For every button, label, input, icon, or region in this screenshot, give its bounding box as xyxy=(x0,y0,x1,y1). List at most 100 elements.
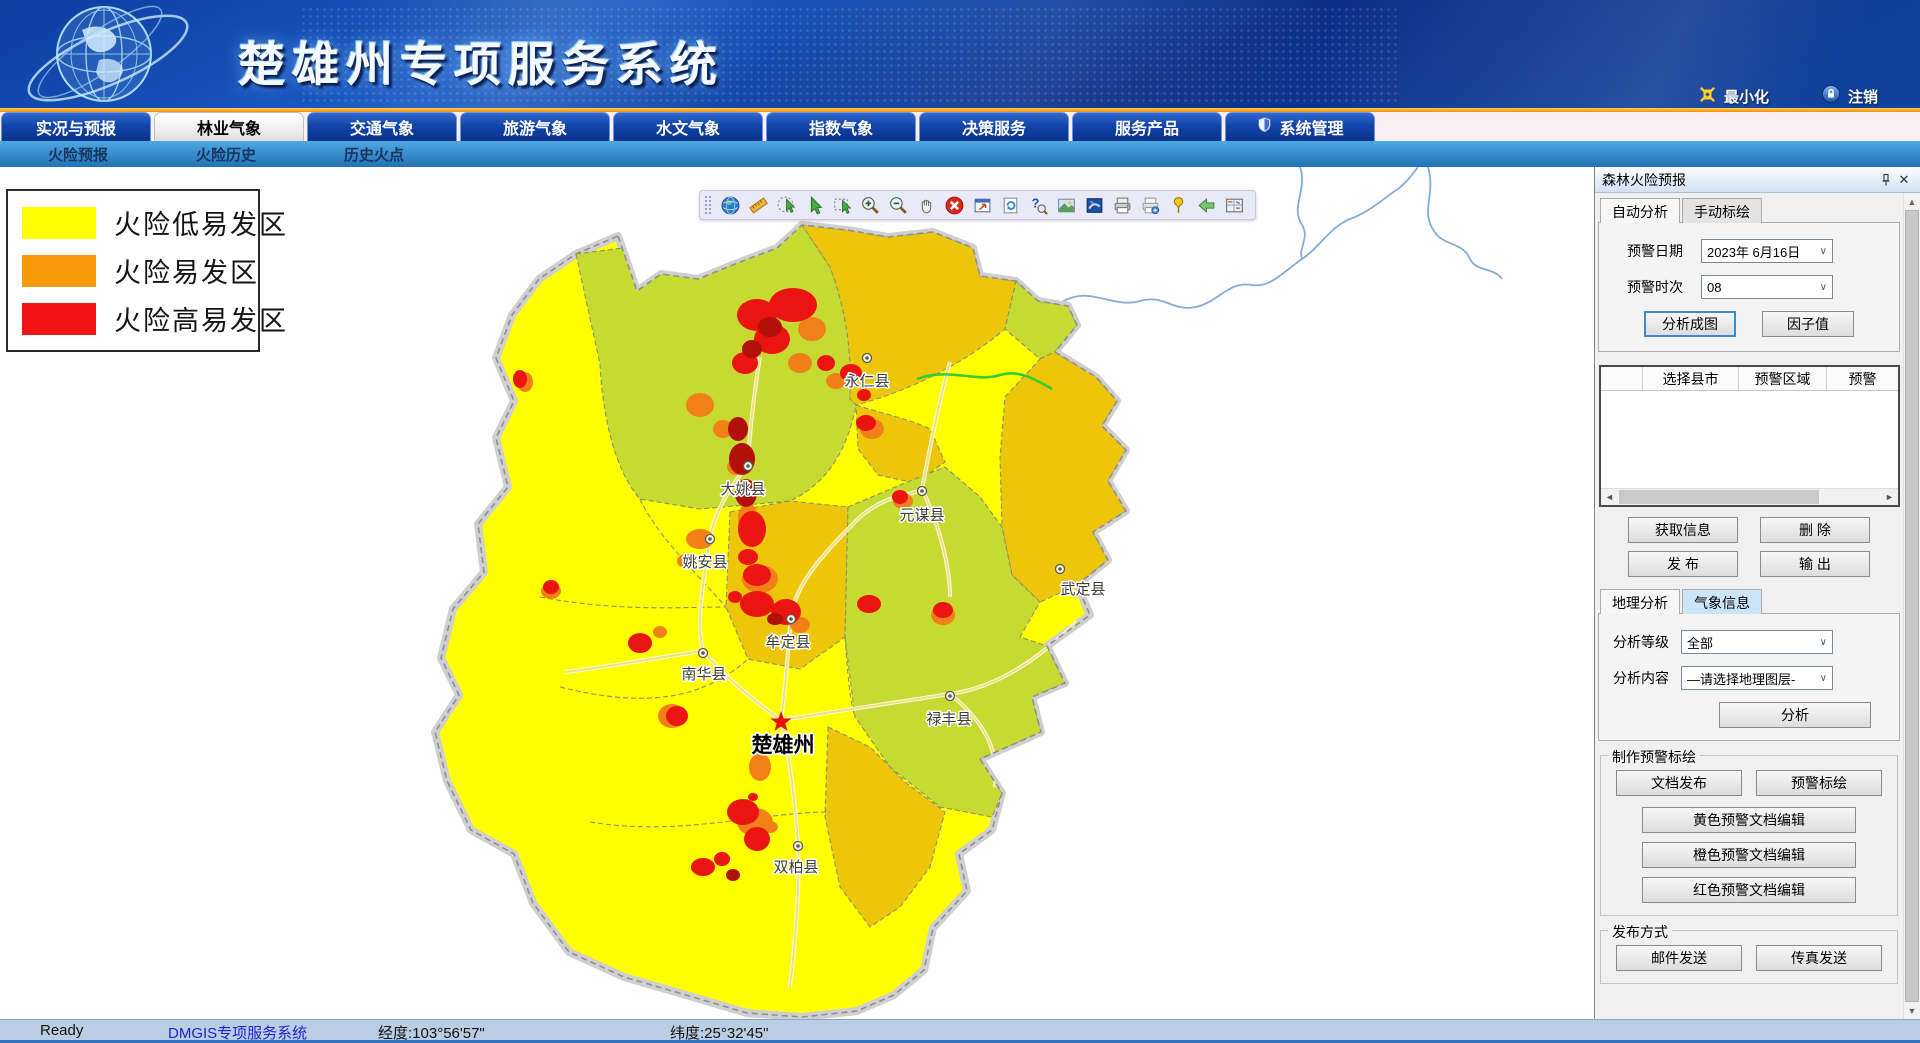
back-icon[interactable] xyxy=(1195,194,1217,216)
tab-geo-analysis[interactable]: 地理分析 xyxy=(1600,589,1680,614)
red-warning-doc-button[interactable]: 红色预警文档编辑 xyxy=(1642,877,1856,903)
legend-item-medium: 火险易发区 xyxy=(22,251,258,290)
select-circle-icon[interactable] xyxy=(775,194,797,216)
identify-icon[interactable]: ? xyxy=(1027,194,1049,216)
tab-realtime-forecast[interactable]: 实况与预报 xyxy=(1,112,151,141)
warn-date-select[interactable]: 2023年 6月16日∨ xyxy=(1701,239,1833,263)
logout-label: 注销 xyxy=(1848,86,1878,107)
table-header-row: 选择县市 预警区域 预警 xyxy=(1601,367,1898,391)
tab-auto-analysis[interactable]: 自动分析 xyxy=(1600,198,1680,223)
doc-publish-button[interactable]: 文档发布 xyxy=(1616,770,1742,796)
tab-traffic-weather[interactable]: 交通气象 xyxy=(307,112,457,141)
legend-item-high: 火险高易发区 xyxy=(22,299,258,338)
tab-tourism-weather[interactable]: 旅游气象 xyxy=(460,112,610,141)
pan-icon[interactable] xyxy=(915,194,937,216)
warn-plot-button[interactable]: 预警标绘 xyxy=(1756,770,1882,796)
orange-warning-doc-button[interactable]: 橙色预警文档编辑 xyxy=(1642,842,1856,868)
fax-send-button[interactable]: 传真发送 xyxy=(1756,945,1882,971)
county-label: 牟定县 xyxy=(765,634,810,651)
tab-service-products[interactable]: 服务产品 xyxy=(1072,112,1222,141)
warning-list-table[interactable]: 选择县市 预警区域 预警 ◄ ► xyxy=(1599,365,1900,507)
print-icon[interactable] xyxy=(1111,194,1133,216)
get-info-button[interactable]: 获取信息 xyxy=(1628,517,1738,543)
chevron-down-icon: ∨ xyxy=(1820,637,1827,648)
email-send-button[interactable]: 邮件发送 xyxy=(1616,945,1742,971)
stop-icon[interactable] xyxy=(943,194,965,216)
analyze-button[interactable]: 分析 xyxy=(1719,702,1871,728)
fire-risk-legend: 火险低易发区 火险易发区 火险高易发区 xyxy=(6,189,260,352)
scroll-down-arrow[interactable]: ▼ xyxy=(1904,1002,1920,1019)
table-horizontal-scrollbar[interactable]: ◄ ► xyxy=(1601,488,1898,505)
overview-map-icon[interactable] xyxy=(1223,194,1245,216)
measure-icon[interactable] xyxy=(747,194,769,216)
placemark-icon[interactable] xyxy=(1167,194,1189,216)
county-label: 南华县 xyxy=(681,666,726,683)
sub-nav: 火险预报 火险历史 历史火点 xyxy=(0,141,1920,167)
status-latitude: 纬度:25°32'45" xyxy=(670,1022,768,1043)
warning-plot-group-label: 制作预警标绘 xyxy=(1608,747,1700,767)
analysis-level-select[interactable]: 全部∨ xyxy=(1681,630,1833,654)
refresh-icon[interactable] xyxy=(999,194,1021,216)
chevron-down-icon: ∨ xyxy=(1820,282,1827,293)
legend-swatch-orange xyxy=(22,255,96,287)
tab-decision-service[interactable]: 决策服务 xyxy=(919,112,1069,141)
zoom-in-icon[interactable] xyxy=(859,194,881,216)
tab-forestry-weather[interactable]: 林业气象 xyxy=(154,112,304,141)
main-nav-tabbar: 实况与预报 林业气象 交通气象 旅游气象 水文气象 指数气象 决策服务 服务产品… xyxy=(0,112,1920,141)
close-icon[interactable]: ✕ xyxy=(1895,171,1913,189)
pin-icon[interactable] xyxy=(1877,171,1895,189)
publish-button[interactable]: 发 布 xyxy=(1628,551,1738,577)
select-lasso-icon[interactable] xyxy=(831,194,853,216)
tab-index-weather[interactable]: 指数气象 xyxy=(766,112,916,141)
shield-icon xyxy=(1256,115,1273,139)
minimize-button[interactable]: 最小化 xyxy=(1698,85,1769,108)
hscroll-thumb[interactable] xyxy=(1619,490,1819,504)
globe-icon[interactable] xyxy=(719,194,741,216)
tab-system-management[interactable]: 系统管理 xyxy=(1225,112,1375,141)
county-label: 姚安县 xyxy=(682,554,727,571)
warn-time-select[interactable]: 08∨ xyxy=(1701,275,1833,299)
minimize-label: 最小化 xyxy=(1724,86,1769,107)
scroll-right-arrow[interactable]: ► xyxy=(1881,489,1898,505)
lock-icon xyxy=(1821,84,1841,108)
yellow-warning-doc-button[interactable]: 黄色预警文档编辑 xyxy=(1642,807,1856,833)
logout-button[interactable]: 注销 xyxy=(1821,84,1878,108)
river-lines xyxy=(1062,167,1502,308)
county-label: 元谋县 xyxy=(899,507,944,524)
tab-hydrology-weather[interactable]: 水文气象 xyxy=(613,112,763,141)
status-ready: Ready xyxy=(40,1022,83,1039)
scroll-thumb[interactable] xyxy=(1905,210,1919,1002)
status-system-link[interactable]: DMGIS专项服务系统 xyxy=(168,1022,307,1043)
delete-button[interactable]: 删 除 xyxy=(1760,517,1870,543)
analyze-map-button[interactable]: 分析成图 xyxy=(1644,311,1736,337)
analysis-level-label: 分析等级 xyxy=(1613,632,1681,652)
zoom-out-icon[interactable] xyxy=(887,194,909,216)
analysis-content-label: 分析内容 xyxy=(1613,668,1681,688)
print-preview-icon[interactable] xyxy=(1139,194,1161,216)
subnav-historical-fire-points[interactable]: 历史火点 xyxy=(344,144,404,165)
factor-value-button[interactable]: 因子值 xyxy=(1762,311,1854,337)
table-header-region: 预警区域 xyxy=(1739,367,1827,390)
legend-swatch-red xyxy=(22,303,96,335)
chevron-down-icon: ∨ xyxy=(1820,673,1827,684)
panel-vertical-scrollbar[interactable]: ▲ ▼ xyxy=(1903,193,1920,1019)
publish-method-group: 发布方式 邮件发送 传真发送 xyxy=(1600,930,1898,984)
select-arrow-icon[interactable] xyxy=(803,194,825,216)
map-save-icon[interactable] xyxy=(1083,194,1105,216)
tab-weather-info[interactable]: 气象信息 xyxy=(1682,589,1762,614)
county-label: 双柏县 xyxy=(773,859,818,876)
subnav-fire-risk-history[interactable]: 火险历史 xyxy=(196,144,256,165)
image-export-icon[interactable] xyxy=(1055,194,1077,216)
page-title: 楚雄州专项服务系统 xyxy=(238,26,724,95)
geo-weather-tabs: 地理分析 气象信息 xyxy=(1598,589,1900,614)
full-extent-icon[interactable] xyxy=(971,194,993,216)
scroll-up-arrow[interactable]: ▲ xyxy=(1904,193,1920,210)
table-header-blank xyxy=(1601,367,1643,390)
toolbar-grip[interactable] xyxy=(705,196,711,214)
analysis-content-select[interactable]: —请选择地理图层-∨ xyxy=(1681,666,1833,690)
auto-analysis-tabpage: 预警日期 2023年 6月16日∨ 预警时次 08∨ 分析成图 因子值 xyxy=(1598,222,1900,352)
subnav-fire-risk-forecast[interactable]: 火险预报 xyxy=(48,144,108,165)
scroll-left-arrow[interactable]: ◄ xyxy=(1601,489,1618,505)
export-button[interactable]: 输 出 xyxy=(1760,551,1870,577)
tab-manual-plotting[interactable]: 手动标绘 xyxy=(1682,198,1762,223)
